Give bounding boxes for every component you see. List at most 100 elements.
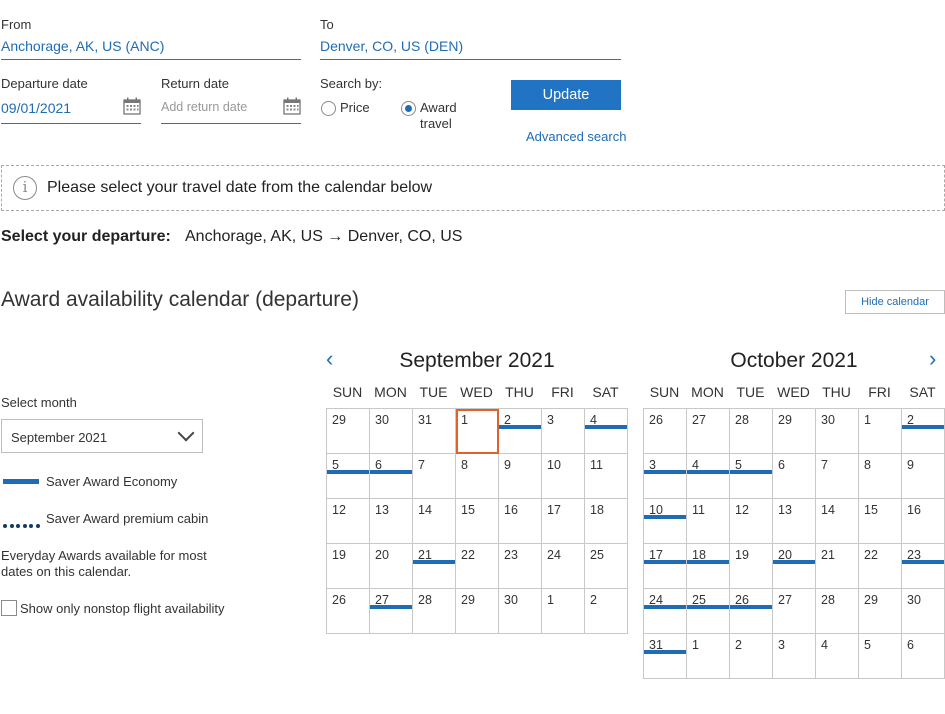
calendar-day[interactable]: 2 — [730, 634, 773, 679]
price-radio[interactable] — [321, 101, 336, 116]
day-number: 4 — [821, 638, 828, 652]
calendar-day[interactable]: 23 — [499, 544, 542, 589]
calendar-day[interactable]: 15 — [456, 499, 499, 544]
calendar-day[interactable]: 24 — [542, 544, 585, 589]
nonstop-checkbox[interactable] — [1, 600, 17, 616]
calendar-day[interactable]: 2 — [499, 409, 542, 454]
day-number: 27 — [692, 413, 706, 427]
calendar-day[interactable]: 1 — [542, 589, 585, 634]
calendar-day[interactable]: 12 — [327, 499, 370, 544]
calendar-day[interactable]: 18 — [687, 544, 730, 589]
calendar-day[interactable]: 2 — [902, 409, 945, 454]
calendar-day[interactable]: 7 — [413, 454, 456, 499]
calendar-day[interactable]: 8 — [859, 454, 902, 499]
from-field[interactable]: Anchorage, AK, US (ANC) — [1, 38, 301, 60]
calendar-day[interactable]: 19 — [730, 544, 773, 589]
calendar-day[interactable]: 30 — [499, 589, 542, 634]
month-select[interactable]: September 2021 — [1, 419, 203, 453]
calendar-day[interactable]: 13 — [773, 499, 816, 544]
calendar-day[interactable]: 26 — [730, 589, 773, 634]
calendar-day[interactable]: 25 — [687, 589, 730, 634]
calendar-day[interactable]: 31 — [644, 634, 687, 679]
calendar-day[interactable]: 4 — [687, 454, 730, 499]
calendar-day[interactable]: 21 — [816, 544, 859, 589]
calendar-day[interactable]: 3 — [773, 634, 816, 679]
calendar-day[interactable]: 31 — [413, 409, 456, 454]
calendar-day[interactable]: 16 — [902, 499, 945, 544]
calendar-day[interactable]: 30 — [370, 409, 413, 454]
calendar-day[interactable]: 11 — [687, 499, 730, 544]
calendar-day[interactable]: 5 — [730, 454, 773, 499]
departure-date-field[interactable]: 09/01/2021 — [1, 97, 141, 124]
calendar-day[interactable]: 7 — [816, 454, 859, 499]
calendar-day[interactable]: 24 — [644, 589, 687, 634]
calendar-day[interactable]: 12 — [730, 499, 773, 544]
calendar-day[interactable]: 20 — [370, 544, 413, 589]
calendar-day[interactable]: 28 — [816, 589, 859, 634]
calendar-day[interactable]: 27 — [370, 589, 413, 634]
calendar-day[interactable]: 17 — [644, 544, 687, 589]
calendar-day[interactable]: 11 — [585, 454, 628, 499]
calendar-day[interactable]: 9 — [902, 454, 945, 499]
calendar-day[interactable]: 28 — [413, 589, 456, 634]
saver-premium-legend-label: Saver Award premium cabin — [46, 511, 209, 526]
calendar-icon[interactable] — [283, 97, 301, 115]
calendar-day[interactable]: 15 — [859, 499, 902, 544]
calendar-day[interactable]: 29 — [327, 409, 370, 454]
day-number: 21 — [821, 548, 835, 562]
calendar-day[interactable]: 27 — [773, 589, 816, 634]
calendar-day[interactable]: 9 — [499, 454, 542, 499]
calendar-day[interactable]: 13 — [370, 499, 413, 544]
calendar-day[interactable]: 1 — [687, 634, 730, 679]
price-radio-option[interactable]: Price — [320, 100, 380, 118]
calendar-day[interactable]: 17 — [542, 499, 585, 544]
calendar-day[interactable]: 14 — [816, 499, 859, 544]
calendar-day[interactable]: 18 — [585, 499, 628, 544]
calendar-day[interactable]: 14 — [413, 499, 456, 544]
hide-calendar-button[interactable]: Hide calendar — [845, 290, 945, 314]
advanced-search-link[interactable]: Advanced search — [526, 129, 626, 144]
calendar-day[interactable]: 29 — [456, 589, 499, 634]
calendar-day[interactable]: 23 — [902, 544, 945, 589]
day-number: 11 — [692, 503, 705, 517]
calendar-day[interactable]: 2 — [585, 589, 628, 634]
update-button[interactable]: Update — [511, 80, 621, 110]
calendar-day[interactable]: 4 — [585, 409, 628, 454]
calendar-day[interactable]: 5 — [327, 454, 370, 499]
calendar-day[interactable]: 3 — [644, 454, 687, 499]
calendar-day[interactable]: 6 — [370, 454, 413, 499]
calendar-day[interactable]: 10 — [542, 454, 585, 499]
calendar-day[interactable]: 1 — [859, 409, 902, 454]
calendar-day[interactable]: 29 — [773, 409, 816, 454]
calendar-day[interactable]: 30 — [816, 409, 859, 454]
day-grid: 26 27 28 29 30 1 2 3 4 5 6 7 8 9 10 11 12 13 14 15 16 17 18 19 2… — [643, 408, 945, 679]
next-month-arrow-icon[interactable]: › — [929, 346, 936, 372]
calendar-day-selected[interactable]: 1 — [456, 409, 499, 454]
calendar-day[interactable]: 19 — [327, 544, 370, 589]
calendar-day[interactable]: 16 — [499, 499, 542, 544]
calendar-day[interactable]: 25 — [585, 544, 628, 589]
calendar-day[interactable]: 6 — [902, 634, 945, 679]
calendar-day[interactable]: 5 — [859, 634, 902, 679]
nonstop-option[interactable]: Show only nonstop flight availability — [1, 599, 231, 619]
calendar-day[interactable]: 29 — [859, 589, 902, 634]
award-radio-option[interactable]: Award travel — [400, 100, 470, 134]
calendar-day[interactable]: 27 — [687, 409, 730, 454]
calendar-day[interactable]: 20 — [773, 544, 816, 589]
calendar-day[interactable]: 8 — [456, 454, 499, 499]
calendar-day[interactable]: 6 — [773, 454, 816, 499]
calendar-icon[interactable] — [123, 97, 141, 115]
calendar-day[interactable]: 21 — [413, 544, 456, 589]
to-field[interactable]: Denver, CO, US (DEN) — [320, 38, 621, 60]
calendar-day[interactable]: 22 — [456, 544, 499, 589]
calendar-day[interactable]: 10 — [644, 499, 687, 544]
return-date-field[interactable]: Add return date — [161, 97, 301, 124]
calendar-day[interactable]: 30 — [902, 589, 945, 634]
calendar-day[interactable]: 22 — [859, 544, 902, 589]
calendar-day[interactable]: 26 — [644, 409, 687, 454]
calendar-day[interactable]: 3 — [542, 409, 585, 454]
calendar-day[interactable]: 26 — [327, 589, 370, 634]
calendar-day[interactable]: 28 — [730, 409, 773, 454]
award-radio[interactable] — [401, 101, 416, 116]
calendar-day[interactable]: 4 — [816, 634, 859, 679]
